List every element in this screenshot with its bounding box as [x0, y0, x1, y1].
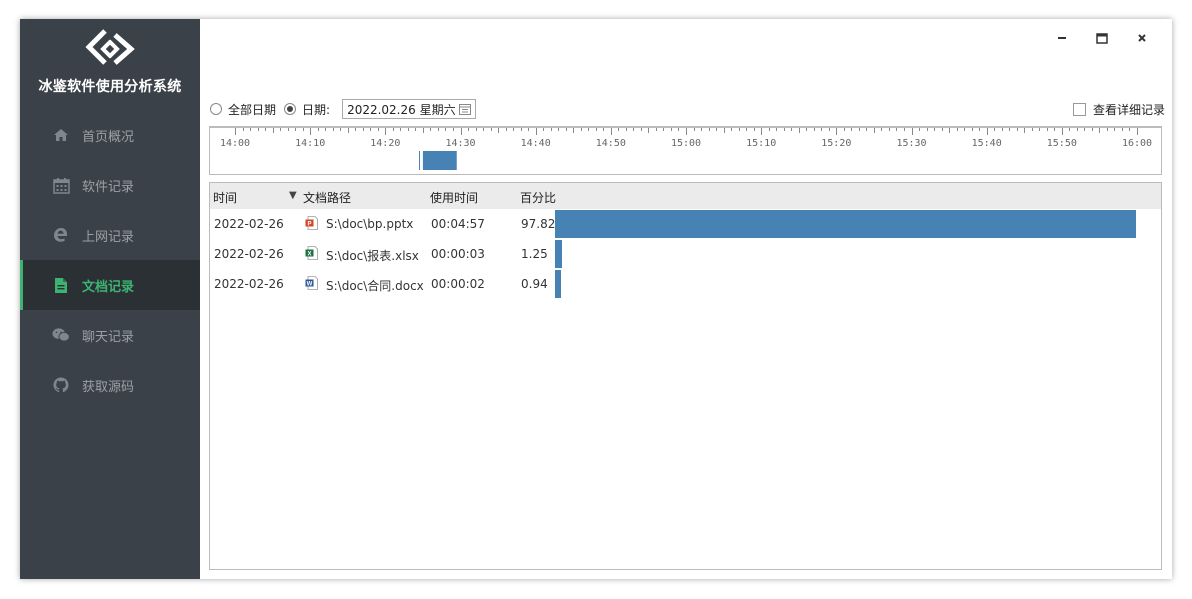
- svg-text:P: P: [307, 221, 311, 227]
- logo-icon: [85, 29, 135, 65]
- timeline-tick-label: 14:40: [521, 138, 551, 149]
- cell-path: S:\doc\报表.xlsx: [326, 249, 419, 263]
- all-dates-radio[interactable]: [210, 103, 222, 115]
- column-path[interactable]: 文档路径: [303, 189, 351, 206]
- sidebar-item-home[interactable]: 首页概况: [20, 110, 200, 160]
- cell-duration: 00:00:03: [431, 247, 485, 261]
- sidebar-item-label: 首页概况: [82, 129, 135, 145]
- sidebar-item-label: 软件记录: [82, 179, 135, 195]
- show-detail-checkbox[interactable]: [1072, 102, 1086, 116]
- timeline-tick-label: 14:10: [295, 138, 325, 149]
- timeline-usage-block[interactable]: [422, 151, 457, 170]
- show-detail-label: 查看详细记录: [1092, 102, 1165, 117]
- cell-duration: 00:00:02: [431, 277, 485, 291]
- sidebar-item-web[interactable]: 上网记录: [20, 210, 200, 260]
- timeline-tick-label: 16:00: [1122, 138, 1152, 149]
- timeline-tick-label: 15:20: [821, 138, 851, 149]
- close-icon: [1138, 34, 1146, 42]
- column-time[interactable]: 时间: [213, 189, 237, 206]
- date-radio[interactable]: [284, 103, 297, 115]
- calendar-icon: [52, 176, 70, 194]
- minimize-icon: [1058, 37, 1066, 39]
- timeline-chart: 14:00 14:10 14:20 14:30 14:40 14:50 15:00 15:10…: [210, 127, 1161, 170]
- cell-date: 2022-02-26: [214, 277, 284, 291]
- sidebar-item-label: 上网记录: [82, 229, 135, 245]
- svg-text:W: W: [307, 281, 313, 287]
- sidebar-item-software[interactable]: 软件记录: [20, 160, 200, 210]
- column-percent[interactable]: 百分比: [520, 189, 556, 206]
- sort-indicator-icon[interactable]: ▼: [289, 190, 297, 201]
- sidebar: 冰鉴软件使用分析系统 首页概况 软件记录 上网记录 文档记录 聊天记录 获取源码: [20, 19, 200, 579]
- table-row[interactable]: 2022-02-26 P S:\doc\bp.pptx 00:04:57 97.82: [210, 209, 1161, 239]
- cell-duration: 00:04:57: [431, 217, 485, 231]
- xlsx-file-icon: X: [305, 246, 318, 263]
- sidebar-item-label: 聊天记录: [82, 329, 135, 345]
- table-row[interactable]: 2022-02-26 X S:\doc\报表.xlsx 00:00:03 1.25: [210, 239, 1161, 269]
- timeline-tick-label: 14:00: [220, 138, 250, 149]
- app-window: 冰鉴软件使用分析系统 首页概况 软件记录 上网记录 文档记录 聊天记录 获取源码…: [20, 19, 1172, 579]
- sidebar-item-label: 文档记录: [82, 279, 135, 295]
- document-table: 时间 ▼ 文档路径 使用时间 百分比 2022-02-26 P S:\doc\bp.…: [209, 182, 1162, 570]
- svg-text:X: X: [307, 251, 311, 257]
- calendar-icon[interactable]: [459, 103, 472, 115]
- timeline-tick-label: 14:30: [445, 138, 475, 149]
- pptx-file-icon: P: [305, 216, 318, 233]
- wechat-icon: [52, 326, 70, 344]
- document-icon: [52, 276, 70, 294]
- cell-path: S:\doc\bp.pptx: [326, 217, 414, 231]
- filter-bar: 全部日期 日期: 2022.02.26 星期六 查看详细记录: [210, 98, 1165, 120]
- percent-bar: [555, 270, 561, 298]
- cell-date: 2022-02-26: [214, 247, 284, 261]
- timeline-tick-label: 15:40: [972, 138, 1002, 149]
- date-value: 2022.02.26 星期六: [347, 102, 456, 117]
- github-icon: [52, 376, 70, 394]
- sidebar-item-source[interactable]: 获取源码: [20, 360, 200, 410]
- timeline-tick-label: 15:50: [1047, 138, 1077, 149]
- cell-path: S:\doc\合同.docx: [326, 279, 424, 293]
- cell-percent: 0.94: [521, 277, 548, 291]
- sidebar-item-documents[interactable]: 文档记录: [20, 260, 200, 310]
- timeline-tick-label: 14:50: [596, 138, 626, 149]
- timeline-tick-label: 15:10: [746, 138, 776, 149]
- docx-file-icon: W: [305, 276, 318, 293]
- percent-bar: [555, 240, 562, 268]
- timeline-tick-label: 14:20: [370, 138, 400, 149]
- date-picker[interactable]: 2022.02.26 星期六: [342, 99, 477, 119]
- date-label: 日期:: [302, 102, 331, 117]
- window-controls: [1042, 29, 1162, 47]
- table-header: 时间 ▼ 文档路径 使用时间 百分比: [210, 183, 1161, 209]
- home-icon: [52, 126, 70, 144]
- sidebar-nav: 首页概况 软件记录 上网记录 文档记录 聊天记录 获取源码: [20, 110, 200, 410]
- close-button[interactable]: [1122, 29, 1162, 47]
- app-title: 冰鉴软件使用分析系统: [38, 79, 182, 95]
- all-dates-label: 全部日期: [228, 102, 277, 117]
- minimize-button[interactable]: [1042, 29, 1082, 47]
- sidebar-item-label: 获取源码: [82, 379, 135, 395]
- maximize-icon: [1096, 32, 1108, 44]
- timeline-tick-label: 15:00: [671, 138, 701, 149]
- cell-percent: 1.25: [521, 247, 548, 261]
- timeline[interactable]: 14:00 14:10 14:20 14:30 14:40 14:50 15:00 15:10…: [209, 126, 1162, 175]
- percent-bar: [555, 210, 1136, 238]
- column-duration[interactable]: 使用时间: [430, 189, 478, 206]
- table-row[interactable]: 2022-02-26 W S:\doc\合同.docx 00:00:02 0.94: [210, 269, 1161, 299]
- main-content: 全部日期 日期: 2022.02.26 星期六 查看详细记录 14:00 14:1…: [200, 19, 1172, 579]
- sidebar-item-chat[interactable]: 聊天记录: [20, 310, 200, 360]
- timeline-tick-label: 15:30: [896, 138, 926, 149]
- app-logo: [20, 27, 200, 71]
- edge-icon: [52, 226, 70, 244]
- show-detail-toggle[interactable]: 查看详细记录: [1072, 101, 1165, 118]
- cell-percent: 97.82: [521, 217, 556, 231]
- maximize-button[interactable]: [1082, 29, 1122, 47]
- cell-date: 2022-02-26: [214, 217, 284, 231]
